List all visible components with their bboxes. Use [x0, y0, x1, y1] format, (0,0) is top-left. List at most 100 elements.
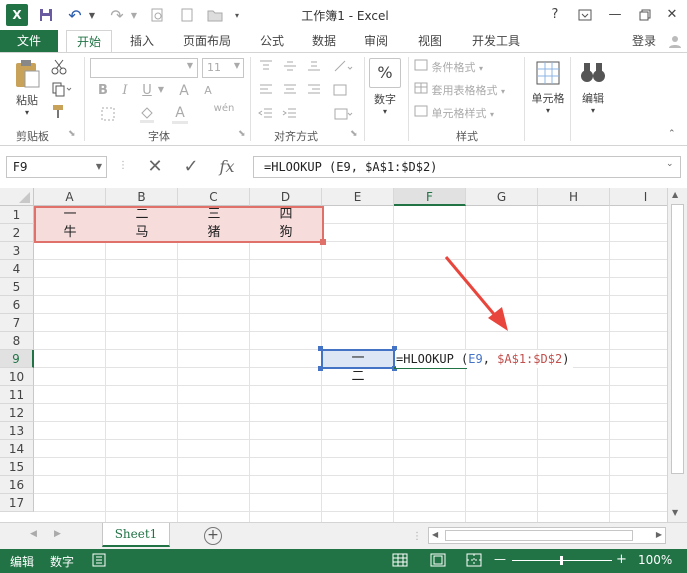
- redo-icon[interactable]: ↷: [106, 4, 128, 26]
- tab-file[interactable]: 文件: [0, 30, 58, 52]
- undo-icon[interactable]: ↶: [64, 4, 86, 26]
- alignment-launcher-icon[interactable]: ⬊: [350, 129, 358, 139]
- align-middle-icon[interactable]: [280, 59, 300, 76]
- sheet-tab-sheet1[interactable]: Sheet1: [102, 523, 170, 547]
- close-button[interactable]: ✕: [657, 4, 687, 26]
- tab-insert[interactable]: 插入: [120, 30, 164, 52]
- page-break-view-icon[interactable]: [466, 553, 482, 570]
- expand-formula-icon[interactable]: ⌄: [666, 159, 674, 169]
- scroll-thumb[interactable]: [671, 204, 684, 474]
- macro-record-icon[interactable]: [92, 553, 106, 570]
- bold-button[interactable]: B: [96, 83, 110, 98]
- italic-button[interactable]: I: [118, 83, 132, 98]
- prev-sheet-icon[interactable]: ◀: [30, 529, 37, 539]
- align-bottom-icon[interactable]: [304, 59, 324, 76]
- number-format-icon[interactable]: %: [369, 58, 401, 88]
- font-size-combo[interactable]: 11 ▼: [202, 58, 244, 78]
- format-painter-icon[interactable]: [48, 103, 70, 121]
- cut-icon[interactable]: [48, 59, 70, 77]
- zoom-out-button[interactable]: —: [494, 552, 506, 566]
- align-right-icon[interactable]: [304, 83, 324, 100]
- tab-formulas[interactable]: 公式: [250, 30, 294, 52]
- number-group-button[interactable]: 数字 ▾: [366, 91, 404, 116]
- excel-app-icon[interactable]: X: [6, 4, 28, 26]
- align-left-icon[interactable]: [256, 83, 276, 100]
- wrap-text-icon[interactable]: [330, 83, 350, 100]
- restore-icon[interactable]: [630, 4, 660, 26]
- tab-review[interactable]: 审阅: [354, 30, 398, 52]
- red-arrow-annotation: [444, 256, 508, 331]
- undo-dropdown-icon[interactable]: ▼: [86, 4, 98, 26]
- add-sheet-button[interactable]: +: [204, 527, 222, 545]
- binoculars-icon: [581, 63, 605, 82]
- underline-dropdown-icon[interactable]: ▼: [156, 85, 166, 94]
- font-color-button[interactable]: A: [172, 105, 188, 124]
- orientation-icon[interactable]: [330, 59, 356, 76]
- insert-function-button[interactable]: fx: [212, 156, 242, 178]
- horizontal-scrollbar[interactable]: ◀ ▶: [428, 527, 666, 544]
- save-icon[interactable]: [34, 4, 58, 26]
- paste-label: 粘贴: [16, 94, 38, 107]
- editing-button[interactable]: 编辑 ▾: [576, 59, 610, 115]
- scroll-left-icon[interactable]: ◀: [432, 530, 438, 539]
- next-sheet-icon[interactable]: ▶: [54, 529, 61, 539]
- cells-label: 单元格: [531, 92, 565, 105]
- font-launcher-icon[interactable]: ⬊: [238, 129, 246, 139]
- user-avatar-icon[interactable]: [664, 30, 686, 52]
- worksheet-grid[interactable]: ABCDEFGHI 1 2 3 4 5 6 7 8 9 10 11 12 13 14 15 16 17 一 二 …: [0, 188, 667, 522]
- align-center-icon[interactable]: [280, 83, 300, 100]
- align-top-icon[interactable]: [256, 59, 276, 76]
- font-name-combo[interactable]: ▼: [90, 58, 198, 78]
- format-as-table-button[interactable]: 套用表格格式 ▾: [414, 82, 520, 98]
- cell-styles-button[interactable]: 单元格样式 ▾: [414, 105, 518, 121]
- border-icon[interactable]: [96, 107, 120, 124]
- scroll-right-icon[interactable]: ▶: [656, 530, 662, 539]
- fill-color-icon[interactable]: [134, 107, 160, 126]
- tab-page-layout[interactable]: 页面布局: [176, 30, 238, 52]
- tab-home[interactable]: 开始: [66, 30, 112, 52]
- print-preview-icon[interactable]: [146, 4, 168, 26]
- conditional-format-button[interactable]: 条件格式 ▾: [414, 59, 514, 75]
- cells-button[interactable]: 单元格 ▾: [530, 59, 566, 115]
- ribbon-display-icon[interactable]: [570, 4, 600, 26]
- paste-button[interactable]: 粘贴 ▾: [10, 59, 44, 117]
- underline-button[interactable]: U: [140, 83, 154, 98]
- status-bar: 编辑 数字 — + 100%: [0, 549, 687, 573]
- merge-center-icon[interactable]: [330, 107, 356, 124]
- scroll-up-icon[interactable]: ▲: [672, 190, 678, 199]
- formula-input[interactable]: =HLOOKUP (E9, $A$1:$D$2): [253, 156, 681, 178]
- name-box[interactable]: F9 ▼: [6, 156, 107, 178]
- page-layout-view-icon[interactable]: [430, 553, 446, 570]
- customize-qat-icon[interactable]: ▾: [230, 4, 244, 26]
- open-folder-icon[interactable]: [204, 4, 226, 26]
- zoom-slider-thumb[interactable]: [560, 556, 563, 565]
- redo-dropdown-icon[interactable]: ▼: [128, 4, 140, 26]
- collapse-ribbon-icon[interactable]: ⌃: [668, 129, 676, 139]
- sheet-splitter-icon[interactable]: ⋮: [412, 531, 422, 542]
- cancel-formula-button[interactable]: ✕: [140, 156, 170, 178]
- scroll-down-icon[interactable]: ▼: [672, 508, 678, 517]
- shrink-font-icon[interactable]: A: [200, 84, 216, 97]
- formula-bar: F9 ▼ ⋮ ✕ ✓ fx =HLOOKUP (E9, $A$1:$D$2) ⌄: [0, 146, 687, 188]
- grow-font-button[interactable]: A: [176, 83, 192, 99]
- tab-data[interactable]: 数据: [302, 30, 346, 52]
- minimize-button[interactable]: —: [600, 4, 630, 26]
- phonetic-button[interactable]: wén: [212, 103, 236, 114]
- tab-view[interactable]: 视图: [408, 30, 452, 52]
- decrease-indent-icon[interactable]: [256, 107, 276, 124]
- login-link[interactable]: 登录: [624, 30, 664, 52]
- clipboard-launcher-icon[interactable]: ⬊: [68, 129, 76, 139]
- tab-developer[interactable]: 开发工具: [462, 30, 530, 52]
- zoom-level[interactable]: 100%: [638, 553, 672, 567]
- new-file-icon[interactable]: [176, 4, 198, 26]
- normal-view-icon[interactable]: [392, 553, 408, 570]
- h-scroll-thumb[interactable]: [445, 530, 633, 541]
- ribbon: 粘贴 ▾ 剪贴板 ⬊ ▼ 11 ▼ B I U ▼ A A A wén 字体 ⬊ …: [0, 52, 687, 146]
- font-group-label: 字体: [148, 130, 170, 143]
- enter-formula-button[interactable]: ✓: [176, 156, 206, 178]
- increase-indent-icon[interactable]: [280, 107, 300, 124]
- help-button[interactable]: ?: [540, 4, 570, 26]
- zoom-in-button[interactable]: +: [616, 552, 627, 567]
- copy-icon[interactable]: [48, 81, 76, 99]
- vertical-scrollbar[interactable]: ▲ ▼: [667, 188, 687, 522]
